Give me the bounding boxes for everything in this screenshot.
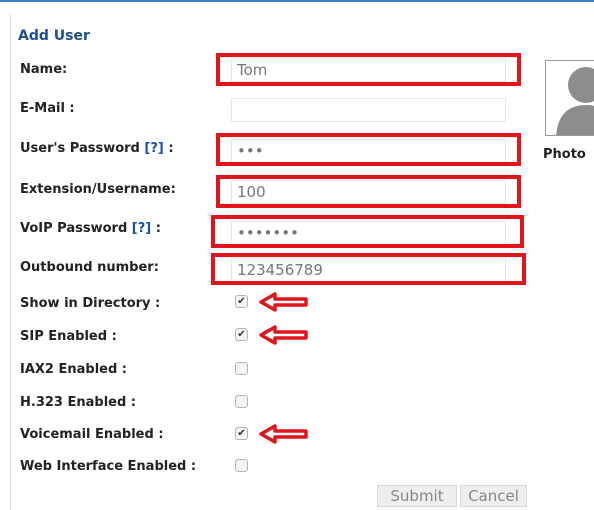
- highlight-box: [216, 175, 521, 208]
- photo-label: Photo: [543, 147, 586, 162]
- voicemail-enabled-checkbox[interactable]: ✔: [235, 427, 248, 440]
- cancel-button[interactable]: Cancel: [460, 485, 527, 507]
- outbound-label: Outbound number:: [20, 260, 159, 275]
- show-in-directory-checkbox[interactable]: ✔: [235, 295, 248, 308]
- email-field[interactable]: [231, 98, 506, 122]
- arrow-left-icon: [259, 424, 308, 444]
- extension-label: Extension/Username:: [20, 182, 176, 197]
- user-password-help-link[interactable]: [?]: [144, 141, 163, 156]
- user-silhouette-icon: [545, 60, 594, 136]
- iax2-enabled-checkbox[interactable]: [235, 362, 248, 375]
- highlight-box: [216, 53, 521, 86]
- highlight-box: [216, 133, 521, 166]
- h323-enabled-checkbox[interactable]: [235, 395, 248, 408]
- web-interface-enabled-label: Web Interface Enabled :: [20, 459, 197, 474]
- highlight-box: [211, 215, 524, 248]
- voip-password-label-text: VoIP Password: [20, 221, 128, 236]
- voip-password-label: VoIP Password [?] :: [20, 221, 161, 236]
- sip-enabled-checkbox[interactable]: ✔: [235, 328, 248, 341]
- arrow-left-icon: [259, 325, 308, 345]
- h323-enabled-label: H.323 Enabled :: [20, 395, 136, 410]
- arrow-left-icon: [259, 292, 308, 312]
- form-title: Add User: [18, 28, 90, 44]
- user-password-label: User's Password [?] :: [20, 141, 174, 156]
- name-label: Name:: [20, 62, 68, 77]
- voicemail-enabled-label: Voicemail Enabled :: [20, 427, 164, 442]
- user-password-label-suffix: :: [168, 141, 174, 156]
- panel-left-border: [10, 14, 11, 510]
- voip-password-help-link[interactable]: [?]: [132, 221, 151, 236]
- show-in-directory-label: Show in Directory :: [20, 296, 161, 311]
- iax2-enabled-label: IAX2 Enabled :: [20, 362, 128, 377]
- web-interface-enabled-checkbox[interactable]: [235, 459, 248, 472]
- user-password-label-text: User's Password: [20, 141, 140, 156]
- sip-enabled-label: SIP Enabled :: [20, 329, 117, 344]
- voip-password-label-suffix: :: [155, 221, 161, 236]
- highlight-box: [211, 253, 526, 285]
- email-label: E-Mail :: [20, 101, 75, 116]
- submit-button[interactable]: Submit: [377, 485, 457, 507]
